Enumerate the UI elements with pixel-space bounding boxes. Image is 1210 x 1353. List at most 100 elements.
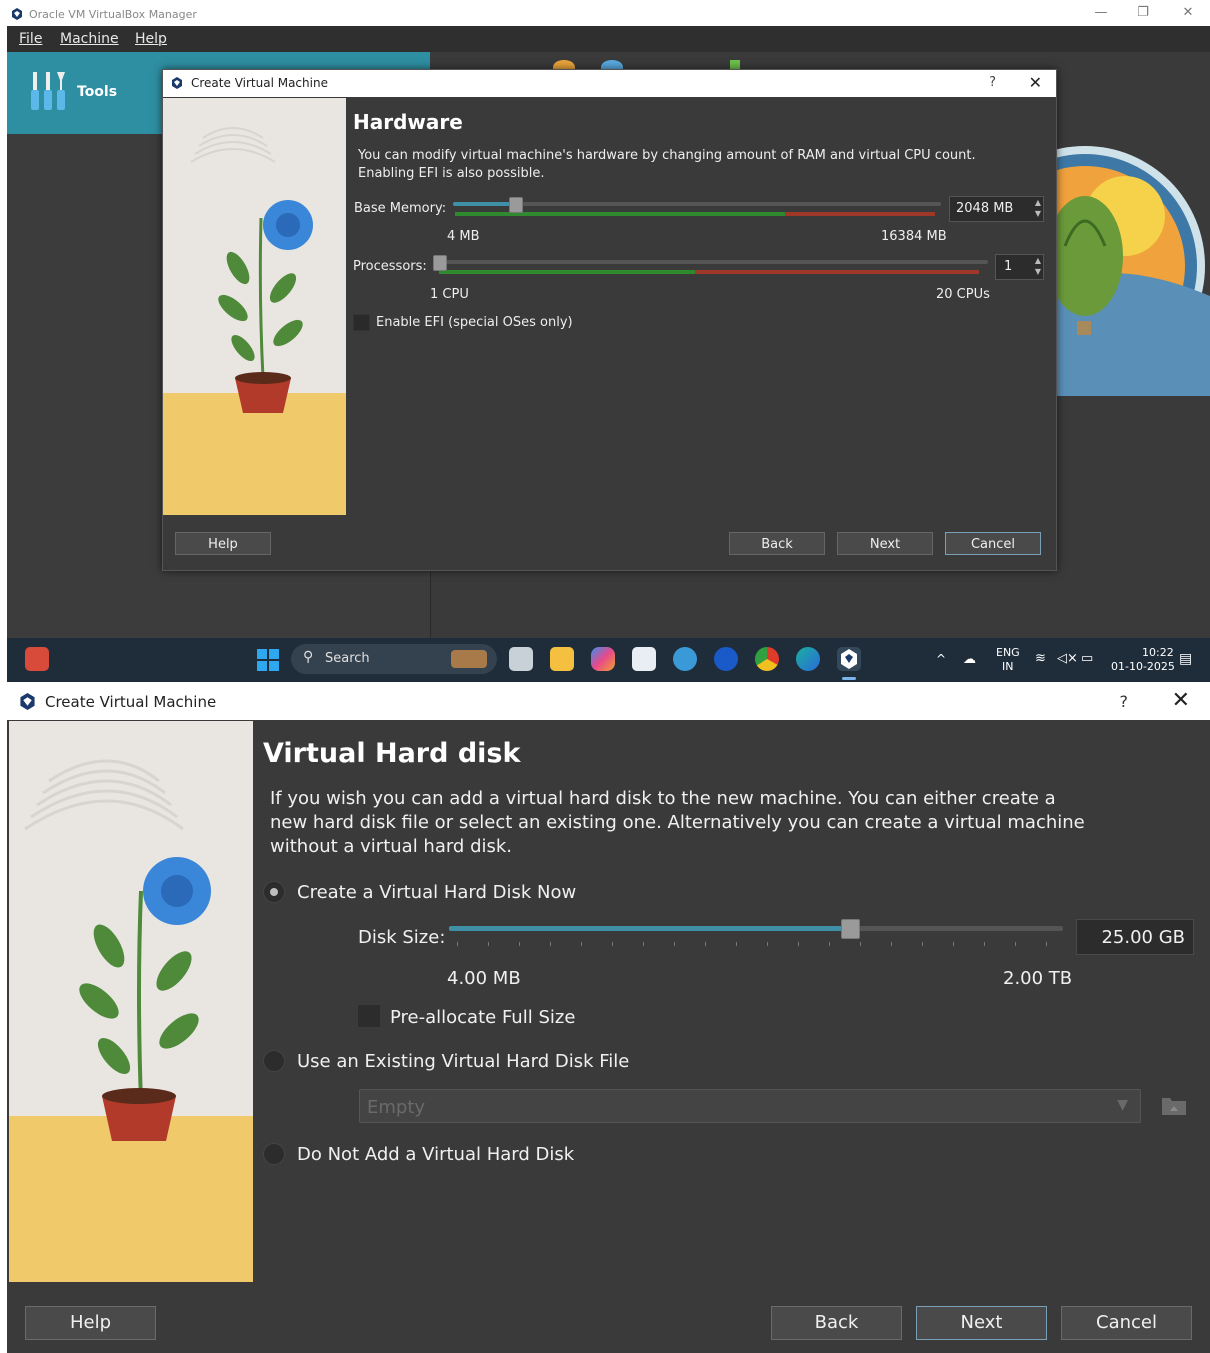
cancel-button[interactable]: Cancel — [945, 532, 1041, 555]
processors-label: Processors: — [353, 259, 427, 274]
windows-taskbar: ⚲ Search ^ ☁ ENG IN ≋ ◁× ▭ 10:22 01-10-2… — [7, 638, 1210, 682]
close-dialog-button[interactable]: ✕ — [1029, 73, 1042, 92]
existing-disk-label: Use an Existing Virtual Hard Disk File — [297, 1051, 630, 1072]
dialog-title-bar: Create Virtual Machine ? ✕ — [163, 70, 1056, 97]
disk-size-slider[interactable] — [449, 916, 1063, 950]
file-explorer-icon[interactable] — [550, 647, 574, 671]
cancel-button[interactable]: Cancel — [1061, 1306, 1192, 1340]
create-vm-dialog-hardware: Create Virtual Machine ? ✕ Hardware You … — [162, 69, 1057, 571]
next-button[interactable]: Next — [916, 1306, 1047, 1340]
create-disk-radio[interactable] — [263, 881, 285, 903]
folder-browse-icon[interactable] — [1160, 1091, 1188, 1119]
help-app-icon[interactable] — [673, 647, 697, 671]
language-bottom[interactable]: IN — [1002, 660, 1013, 673]
hardware-heading: Hardware — [353, 110, 463, 134]
base-memory-max-label: 16384 MB — [881, 229, 947, 244]
enable-efi-label: Enable EFI (special OSes only) — [376, 315, 573, 330]
processors-slider[interactable] — [433, 255, 988, 278]
wifi-icon[interactable]: ≋ — [1035, 651, 1046, 666]
help-question-button[interactable]: ? — [1120, 692, 1129, 711]
create-vm-dialog-hard-disk: Create Virtual Machine ? ✕ Virtual Hard … — [7, 684, 1210, 1353]
no-disk-radio[interactable] — [263, 1143, 285, 1165]
existing-disk-radio[interactable] — [263, 1050, 285, 1072]
minimize-button[interactable]: — — [1086, 5, 1116, 20]
taskbar-search-box[interactable]: ⚲ Search — [291, 644, 497, 674]
search-icon: ⚲ — [303, 649, 314, 665]
virtualbox-taskbar-icon[interactable] — [837, 647, 861, 671]
processors-max-label: 20 CPUs — [936, 287, 990, 302]
plant-illustration — [163, 98, 346, 515]
base-memory-slider[interactable] — [453, 197, 941, 220]
base-memory-spinbox[interactable]: 2048 MB ▲ ▼ — [949, 196, 1044, 222]
virtualbox-logo-icon — [20, 693, 35, 710]
task-view-icon[interactable] — [509, 647, 533, 671]
preallocate-checkbox[interactable] — [358, 1005, 380, 1027]
processors-value: 1 — [1004, 259, 1013, 274]
disk-size-label: Disk Size: — [358, 927, 446, 948]
existing-disk-placeholder: Empty — [367, 1097, 426, 1118]
disk-size-slider-handle[interactable] — [841, 919, 860, 939]
base-memory-min-label: 4 MB — [447, 229, 480, 244]
menu-machine[interactable]: Machine — [60, 31, 119, 47]
dialog-title-bar: Create Virtual Machine ? ✕ — [7, 684, 1210, 720]
virtualbox-logo-icon — [841, 649, 857, 669]
spin-arrows-icon[interactable]: ▲ ▼ — [1035, 255, 1041, 277]
plant-illustration — [9, 721, 253, 1282]
preallocate-label: Pre-allocate Full Size — [390, 1007, 576, 1028]
help-button[interactable]: Help — [25, 1306, 156, 1340]
disk-size-value: 25.00 GB — [1101, 927, 1185, 948]
clock-date[interactable]: 01-10-2025 — [1111, 660, 1175, 673]
hardware-description: You can modify virtual machine's hardwar… — [358, 148, 976, 181]
disk-size-max-label: 2.00 TB — [1003, 968, 1073, 989]
help-button[interactable]: Help — [175, 532, 271, 555]
menu-help[interactable]: Help — [135, 31, 167, 47]
manager-title: Oracle VM VirtualBox Manager — [29, 8, 197, 21]
existing-disk-dropdown[interactable]: Empty ▼ — [359, 1089, 1141, 1123]
windows-start-icon[interactable] — [257, 649, 279, 671]
language-top[interactable]: ENG — [996, 646, 1020, 659]
next-button[interactable]: Next — [837, 532, 933, 555]
microsoft-store-icon[interactable] — [632, 647, 656, 671]
no-disk-label: Do Not Add a Virtual Hard Disk — [297, 1144, 575, 1165]
welcome-balloon-image — [1055, 146, 1210, 396]
spin-arrows-icon[interactable]: ▲ ▼ — [1035, 197, 1041, 219]
tools-label: Tools — [77, 84, 118, 100]
help-question-button[interactable]: ? — [989, 75, 996, 90]
base-memory-fill — [453, 202, 513, 206]
disk-size-input[interactable]: 25.00 GB — [1076, 919, 1194, 955]
menu-file[interactable]: File — [19, 31, 42, 47]
chrome-icon[interactable] — [755, 647, 779, 671]
back-button[interactable]: Back — [771, 1306, 902, 1340]
manager-title-bar: Oracle VM VirtualBox Manager — ❐ ✕ — [7, 4, 1210, 26]
hp-icon[interactable] — [714, 647, 738, 671]
copilot-icon[interactable] — [591, 647, 615, 671]
close-window-button[interactable]: ✕ — [1173, 5, 1203, 20]
notification-icon[interactable]: ▤ — [1179, 651, 1192, 667]
enable-efi-checkbox[interactable] — [353, 314, 370, 331]
disk-size-min-label: 4.00 MB — [447, 968, 521, 989]
virtualbox-logo-icon — [12, 8, 22, 20]
processors-spinbox[interactable]: 1 ▲ ▼ — [995, 254, 1044, 280]
speaker-muted-icon[interactable]: ◁× — [1057, 651, 1078, 666]
cloud-icon[interactable]: ☁ — [963, 652, 976, 667]
battery-icon[interactable]: ▭ — [1081, 651, 1093, 666]
processors-slider-handle[interactable] — [433, 255, 447, 271]
edge-icon[interactable] — [796, 647, 820, 671]
virtual-hard-disk-heading: Virtual Hard disk — [263, 738, 521, 769]
base-memory-label: Base Memory: — [354, 201, 447, 216]
widgets-icon[interactable] — [25, 647, 49, 671]
search-placeholder: Search — [325, 651, 370, 666]
back-button[interactable]: Back — [729, 532, 825, 555]
menu-bar: File Machine Help — [7, 26, 1210, 52]
restore-button[interactable]: ❐ — [1128, 5, 1158, 20]
search-highlight-icon — [451, 650, 487, 668]
chevron-up-icon[interactable]: ^ — [936, 652, 946, 666]
create-disk-label: Create a Virtual Hard Disk Now — [297, 882, 577, 903]
dialog-title: Create Virtual Machine — [191, 76, 328, 90]
clock-time[interactable]: 10:22 — [1142, 646, 1174, 659]
close-dialog-button[interactable]: ✕ — [1172, 688, 1190, 713]
virtual-hard-disk-description: If you wish you can add a virtual hard d… — [270, 788, 1085, 857]
virtualbox-logo-icon — [172, 77, 182, 89]
base-memory-value: 2048 MB — [956, 201, 1014, 216]
base-memory-slider-handle[interactable] — [509, 197, 523, 213]
